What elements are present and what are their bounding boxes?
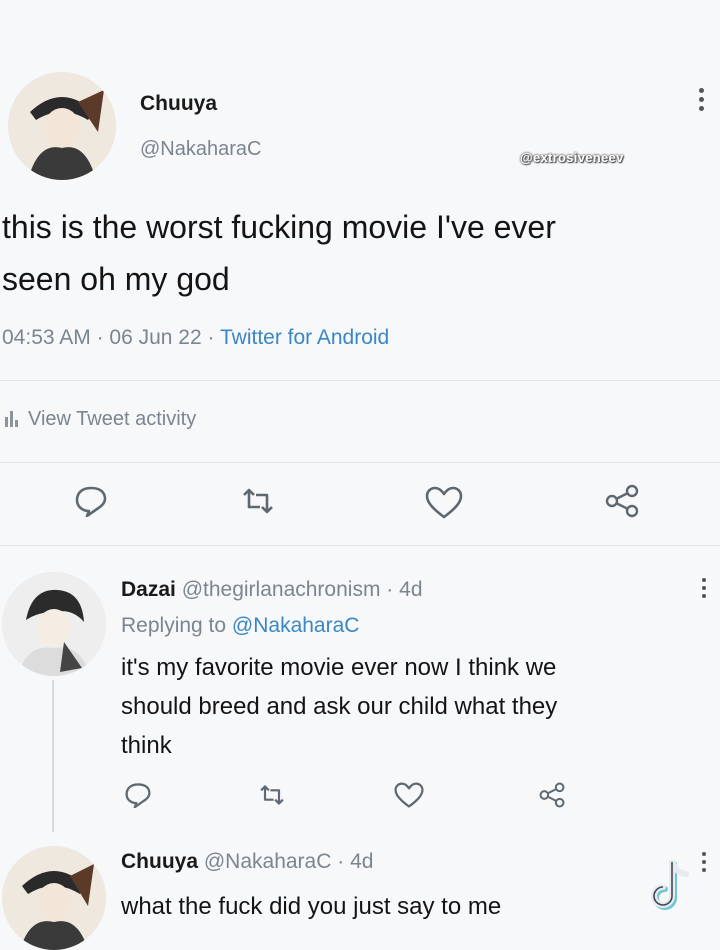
share-icon[interactable] [538,782,566,808]
replying-prefix: Replying to [121,614,227,637]
reply-age: 4d [399,578,423,601]
replying-handle[interactable]: @NakaharaC [232,614,360,637]
author-handle[interactable]: @thegirlanachronism [182,578,381,601]
like-icon[interactable] [425,486,463,520]
replying-to: Replying to @NakaharaC [121,614,359,638]
reply-text: what the fuck did you just say to me [121,893,502,920]
tweet-source[interactable]: Twitter for Android [220,326,389,349]
watermark: @extrosiveneev [520,150,624,165]
avatar[interactable] [2,572,106,676]
more-icon[interactable] [702,852,708,876]
tweet-meta: 04:53 AM · 06 Jun 22 · Twitter for Andro… [2,326,389,350]
avatar[interactable] [8,72,116,180]
divider [0,462,720,463]
reply-age: 4d [350,850,374,873]
meta-dot: · [337,850,345,873]
meta-dot: · [386,578,394,601]
tweet-text-line-2: seen oh my god [2,261,230,297]
author-name[interactable]: Chuuya [140,92,217,116]
tweet-date: 06 Jun 22 [109,326,202,349]
reply-header: Chuuya @NakaharaC · 4d [121,850,373,874]
tweet-time: 04:53 AM [2,326,91,349]
reply-icon[interactable] [124,782,152,808]
divider [0,380,720,381]
more-icon[interactable] [699,88,705,115]
author-name[interactable]: Dazai [121,578,176,601]
more-icon[interactable] [702,578,708,602]
reply-text-line-1: it's my favorite movie ever now I think … [121,654,557,681]
share-icon[interactable] [604,484,640,518]
reply-text-line-3: think [121,732,172,759]
view-activity-label: View Tweet activity [28,408,197,430]
retweet-icon[interactable] [240,487,276,515]
reply-text-line-2: should breed and ask our child what they [121,693,558,720]
reply-header: Dazai @thegirlanachronism · 4d [121,578,423,602]
divider [0,545,720,546]
activity-icon [4,409,20,427]
like-icon[interactable] [394,782,424,809]
author-handle[interactable]: @NakaharaC [140,138,261,161]
thread-line [52,680,54,832]
meta-dot: · [207,326,215,349]
retweet-icon[interactable] [258,784,286,806]
tweet-text-line-1: this is the worst fucking movie I've eve… [2,209,556,245]
reply-icon[interactable] [74,485,108,517]
view-activity-link[interactable]: View Tweet activity [4,408,196,431]
avatar[interactable] [2,846,106,950]
author-name[interactable]: Chuuya [121,850,198,873]
meta-dot: · [96,326,104,349]
author-handle[interactable]: @NakaharaC [204,850,332,873]
tiktok-icon [650,860,696,916]
